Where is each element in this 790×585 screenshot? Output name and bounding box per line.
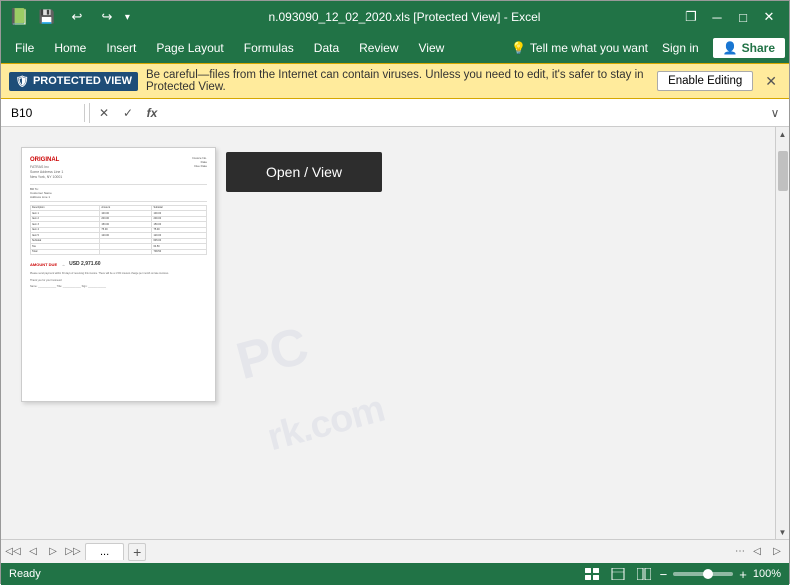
content-row: ORIGINAL FATRAS IncSome Address Line 1Ne…: [21, 147, 755, 402]
zoom-thumb[interactable]: [703, 569, 713, 579]
open-view-button[interactable]: Open / View: [226, 152, 382, 192]
add-sheet-button[interactable]: +: [128, 543, 146, 561]
protected-view-bar: 🛡 PROTECTED VIEW Be careful—files from t…: [1, 63, 789, 99]
zoom-slider[interactable]: [673, 572, 733, 576]
tab-last-button[interactable]: ▷▷: [65, 544, 81, 560]
zoom-out-button[interactable]: −: [660, 567, 668, 582]
save-button[interactable]: 💾: [35, 5, 59, 29]
scroll-thumb[interactable]: [778, 151, 788, 191]
doc-logo: ORIGINAL FATRAS IncSome Address Line 1Ne…: [30, 156, 63, 180]
redo-button[interactable]: ↪: [95, 5, 119, 29]
sheet-content: ORIGINAL FATRAS IncSome Address Line 1Ne…: [1, 127, 775, 539]
document-preview: ORIGINAL FATRAS IncSome Address Line 1Ne…: [21, 147, 216, 402]
spreadsheet-view: ORIGINAL FATRAS IncSome Address Line 1Ne…: [1, 127, 775, 539]
excel-icon: 📗: [9, 7, 29, 27]
maximize-button[interactable]: □: [731, 5, 755, 29]
tab-scroll-right[interactable]: ▷: [769, 544, 785, 560]
zoom-in-button[interactable]: +: [739, 567, 747, 582]
close-protected-bar-button[interactable]: ✕: [761, 71, 781, 92]
page-break-view-button[interactable]: [634, 566, 654, 582]
person-icon: 👤: [723, 41, 738, 55]
tab-first-button[interactable]: ◁◁: [5, 544, 21, 560]
menu-item-review[interactable]: Review: [349, 37, 408, 59]
enable-editing-button[interactable]: Enable Editing: [657, 71, 753, 91]
vertical-scrollbar[interactable]: ▲ ▼: [775, 127, 789, 539]
status-bar-right: − + 100%: [582, 566, 781, 582]
restore-down-button[interactable]: ❐: [679, 5, 703, 29]
sign-in-button[interactable]: Sign in: [656, 38, 705, 58]
formula-input[interactable]: [166, 104, 761, 122]
shield-icon: 🛡: [15, 75, 29, 88]
doc-header: ORIGINAL FATRAS IncSome Address Line 1Ne…: [30, 156, 207, 180]
tab-bar-right: ⋯ ◁ ▷: [735, 544, 785, 560]
doc-bill-to: Bill To: Customer Name Address Line 1: [30, 187, 207, 200]
sheet-tab-bar: ◁◁ ◁ ▷ ▷▷ ... + ⋯ ◁ ▷: [1, 539, 789, 563]
confirm-formula-button[interactable]: ✓: [118, 103, 138, 123]
scroll-down-arrow[interactable]: ▼: [776, 525, 790, 539]
formula-bar-expand-button[interactable]: ∨: [765, 103, 785, 123]
protected-view-message: Be careful—files from the Internet can c…: [146, 69, 649, 93]
share-button[interactable]: 👤 Share: [713, 38, 785, 58]
close-button[interactable]: ✕: [757, 5, 781, 29]
minimize-button[interactable]: ─: [705, 5, 729, 29]
doc-meta: Invoice No.DateDue Date: [192, 156, 207, 180]
menu-item-home[interactable]: Home: [44, 37, 96, 59]
menu-item-file[interactable]: File: [5, 37, 44, 59]
tell-me-text: Tell me what you want: [530, 41, 648, 55]
menu-bar-right: 💡 Tell me what you want Sign in 👤 Share: [511, 38, 785, 58]
main-content-area: ORIGINAL FATRAS IncSome Address Line 1Ne…: [1, 127, 789, 539]
tell-me-field[interactable]: 💡 Tell me what you want: [511, 41, 648, 55]
lightbulb-icon: 💡: [511, 41, 526, 55]
amount-due-row: AMOUNT DUE → USD 2,971.60: [30, 261, 207, 268]
share-label: Share: [742, 41, 775, 55]
window-controls: ❐ ─ □ ✕: [679, 5, 781, 29]
doc-footer-text: Please send payment within 30 days of re…: [30, 272, 207, 288]
window-title: n.093090_12_02_2020.xls [Protected View]…: [130, 10, 679, 24]
undo-button[interactable]: ↩: [65, 5, 89, 29]
tab-next-button[interactable]: ▷: [45, 544, 61, 560]
menu-item-page-layout[interactable]: Page Layout: [146, 37, 233, 59]
menu-item-view[interactable]: View: [409, 37, 455, 59]
doc-preview-inner: ORIGINAL FATRAS IncSome Address Line 1Ne…: [22, 148, 215, 296]
cell-reference-input[interactable]: [5, 104, 85, 122]
ready-status: Ready: [9, 568, 41, 580]
scroll-up-arrow[interactable]: ▲: [776, 127, 790, 141]
title-bar: 📗 💾 ↩ ↪ ▾ n.093090_12_02_2020.xls [Prote…: [1, 1, 789, 33]
title-bar-left: 📗 💾 ↩ ↪ ▾: [9, 5, 130, 29]
tab-more-dots[interactable]: ⋯: [735, 546, 745, 557]
page-layout-view-button[interactable]: [608, 566, 628, 582]
formula-bar: ✕ ✓ fx ∨: [1, 99, 789, 127]
cancel-formula-button[interactable]: ✕: [94, 103, 114, 123]
insert-function-button[interactable]: fx: [142, 103, 162, 123]
menu-item-data[interactable]: Data: [304, 37, 349, 59]
scroll-track[interactable]: [776, 141, 789, 525]
protected-view-text: PROTECTED VIEW: [33, 75, 132, 87]
doc-table: DescriptionAmountSubtotal Item 1100.0010…: [30, 205, 207, 256]
menu-bar: File Home Insert Page Layout Formulas Da…: [1, 33, 789, 63]
zoom-level: 100%: [753, 568, 781, 580]
sheet-tab-1[interactable]: ...: [85, 543, 124, 560]
normal-view-button[interactable]: [582, 566, 602, 582]
menu-item-insert[interactable]: Insert: [96, 37, 146, 59]
menu-item-formulas[interactable]: Formulas: [234, 37, 304, 59]
status-bar: Ready − + 100%: [1, 563, 789, 585]
tab-scroll-left[interactable]: ◁: [749, 544, 765, 560]
tab-prev-button[interactable]: ◁: [25, 544, 41, 560]
protected-view-label: 🛡 PROTECTED VIEW: [9, 72, 138, 91]
